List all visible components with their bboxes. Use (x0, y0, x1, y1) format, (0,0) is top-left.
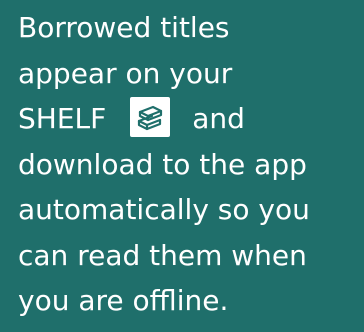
message-line-4: download to the app (18, 147, 307, 181)
line3-continuation: and (192, 102, 245, 135)
message-line-6: can read them when (18, 238, 307, 272)
message-line-3: SHELF and (18, 96, 364, 142)
message-line-5: automatically so you (18, 193, 310, 226)
message-line-7: you are offline. (18, 284, 229, 317)
instruction-panel: Borrowed titles appear on your SHELF and… (0, 0, 364, 332)
message-line-2: appear on your (18, 56, 233, 90)
shelf-label: SHELF (18, 102, 107, 135)
book-stack-icon (130, 97, 171, 137)
message-line-1: Borrowed titles (18, 11, 230, 44)
